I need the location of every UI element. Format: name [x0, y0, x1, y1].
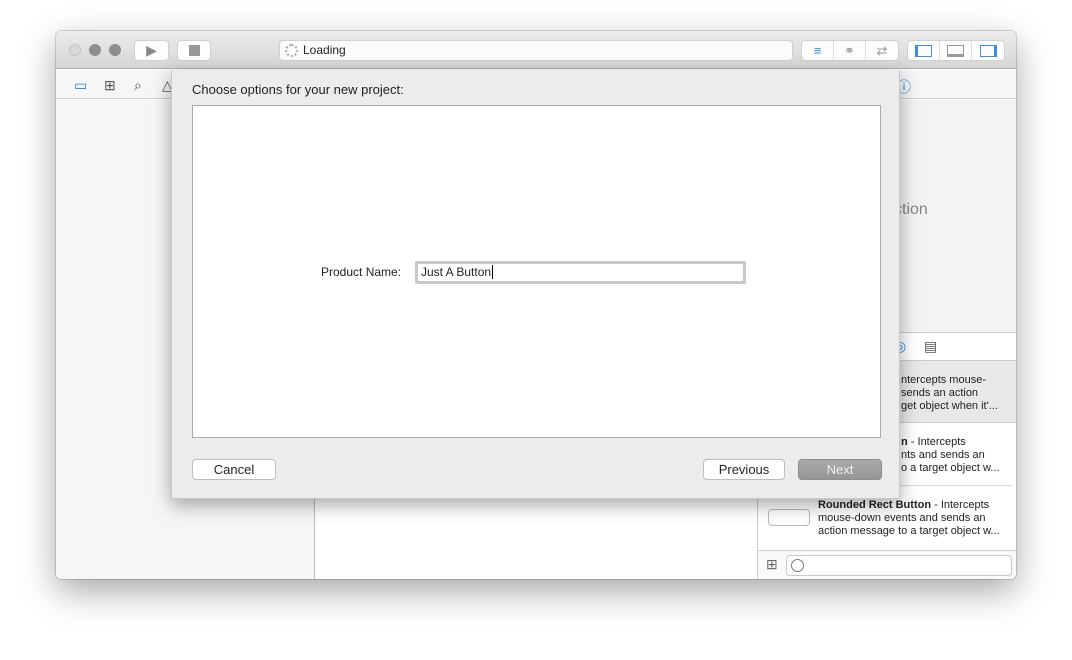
assistant-editor-icon[interactable]: ⚭: [834, 41, 866, 60]
activity-view: Loading: [279, 40, 793, 61]
utilities-toggle-icon[interactable]: [972, 41, 1004, 60]
item-desc-line: get object when it'...: [901, 400, 998, 412]
version-editor-icon[interactable]: ⇄: [866, 41, 898, 60]
product-name-label: Product Name:: [321, 265, 402, 279]
next-button[interactable]: Next: [798, 459, 882, 480]
item-title: Rounded Rect Button: [818, 499, 932, 511]
grid-view-icon[interactable]: ⊞: [766, 556, 778, 573]
filter-icon: [791, 559, 804, 572]
cancel-button[interactable]: Cancel: [192, 459, 276, 480]
title-bar: ▶ Loading ≡ ⚭ ⇄: [56, 31, 1016, 69]
spinner-icon: [285, 44, 298, 57]
view-toggle-control[interactable]: [907, 40, 1005, 61]
close-button[interactable]: [69, 44, 81, 56]
library-filter-input[interactable]: [786, 555, 1012, 576]
play-icon: ▶: [146, 42, 157, 58]
item-desc-line: - Intercepts: [931, 499, 990, 511]
stop-button[interactable]: [177, 40, 211, 61]
item-desc-line: action message to a target object w...: [818, 525, 1000, 537]
debug-area-toggle-icon[interactable]: [940, 41, 972, 60]
media-library-icon[interactable]: ▤: [924, 338, 937, 355]
product-name-value: Just A Button: [421, 265, 492, 279]
stop-icon: [188, 45, 200, 56]
rounded-rect-button-icon: [768, 509, 810, 526]
hierarchy-icon[interactable]: ⊞: [104, 77, 116, 94]
search-icon[interactable]: ⌕: [134, 77, 142, 94]
product-name-input[interactable]: Just A Button: [415, 261, 746, 284]
zoom-button[interactable]: [109, 44, 121, 56]
item-title: n: [901, 436, 908, 448]
navigator-toggle-icon[interactable]: [908, 41, 940, 60]
item-desc-line: nts and sends an: [901, 449, 985, 461]
item-desc-line: - Intercepts: [907, 436, 966, 448]
new-project-sheet: Choose options for your new project: Pro…: [171, 70, 900, 499]
item-desc-line: sends an action: [901, 387, 979, 399]
folder-icon[interactable]: ▭: [74, 77, 87, 94]
sheet-title: Choose options for your new project:: [192, 82, 404, 97]
run-button[interactable]: ▶: [134, 40, 169, 61]
previous-button[interactable]: Previous: [703, 459, 785, 480]
library-filter-bar: ⊞: [757, 550, 1016, 579]
minimize-button[interactable]: [89, 44, 101, 56]
standard-editor-icon[interactable]: ≡: [802, 41, 834, 60]
item-desc-line: ntercepts mouse-: [901, 374, 986, 386]
activity-text: Loading: [303, 43, 346, 57]
item-desc-line: o a target object w...: [901, 462, 1000, 474]
item-desc-line: mouse-down events and sends an: [818, 512, 986, 524]
editor-mode-control[interactable]: ≡ ⚭ ⇄: [801, 40, 899, 61]
options-panel: Product Name: Just A Button: [192, 105, 881, 438]
